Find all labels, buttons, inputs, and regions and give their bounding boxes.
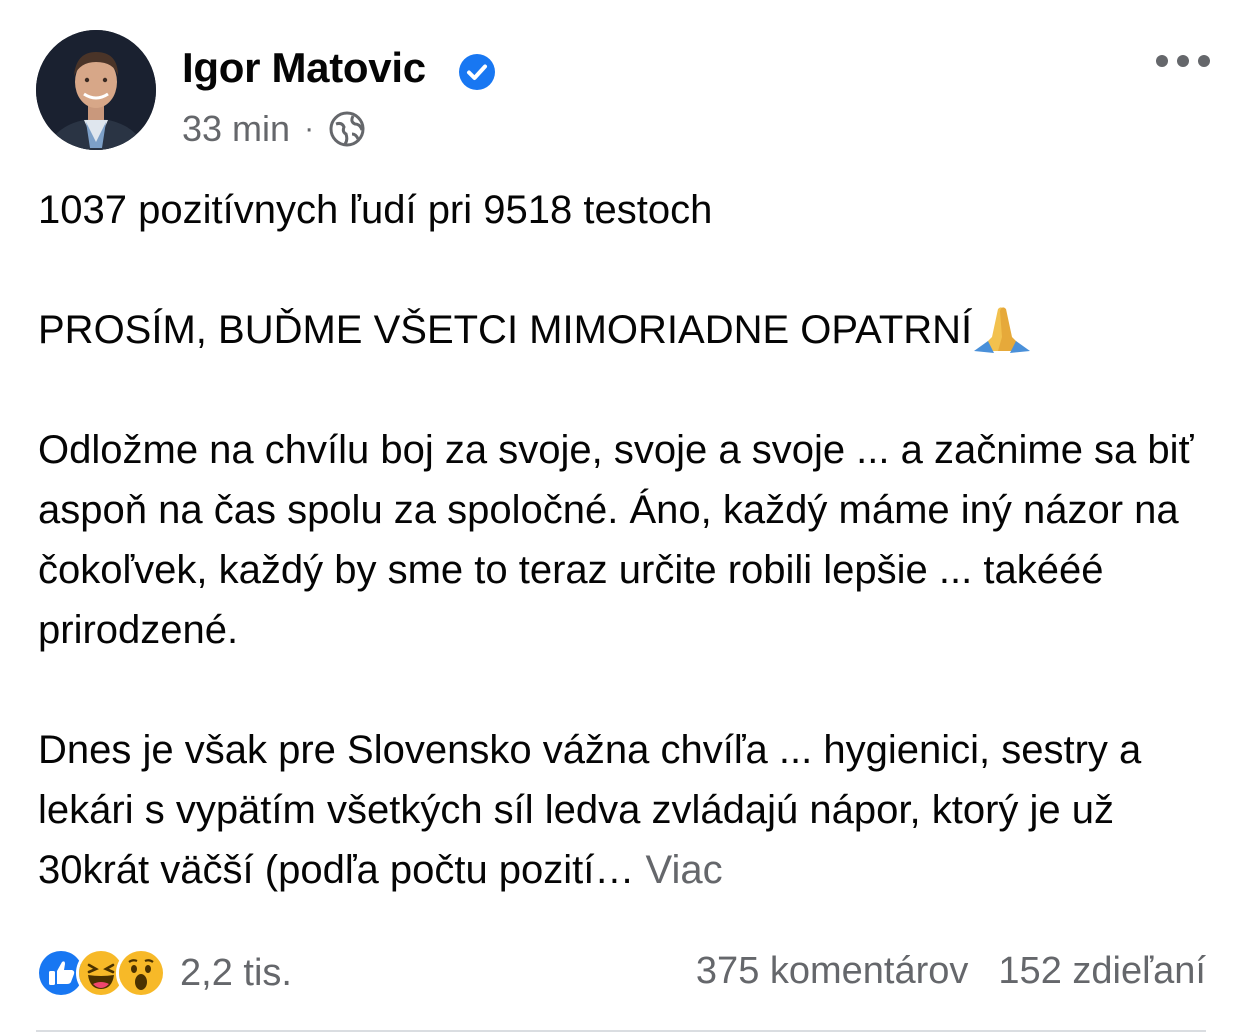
engagement-stats: 375 komentárov 152 zdieľaní xyxy=(696,950,1206,993)
see-more-link[interactable]: Viac xyxy=(646,848,723,892)
post-line-appeal: PROSÍM, BUĎME VŠETCI MIMORIADNE OPATRNÍ xyxy=(38,300,1208,360)
more-dot xyxy=(1177,55,1189,67)
post-paragraph-4: Dnes je však pre Slovensko vážna chvíľa … xyxy=(38,720,1208,900)
comments-count[interactable]: 375 komentárov xyxy=(696,950,969,993)
more-dot xyxy=(1198,55,1210,67)
folded-hands-emoji xyxy=(974,307,1031,353)
post-meta: 33 min · xyxy=(182,108,366,150)
divider xyxy=(36,1030,1206,1032)
more-options-icon[interactable] xyxy=(1156,48,1210,74)
paragraph-4-text: Dnes je však pre Slovensko vážna chvíľa … xyxy=(38,728,1142,892)
meta-separator: · xyxy=(304,112,315,145)
reactions-summary[interactable]: 2,2 tis. xyxy=(36,948,292,998)
globe-icon[interactable] xyxy=(328,110,366,148)
wow-reaction-icon xyxy=(116,948,166,998)
post-line-headline: 1037 pozitívnych ľudí pri 9518 testoch xyxy=(38,188,713,232)
reaction-count: 2,2 tis. xyxy=(180,951,292,994)
verified-badge-icon xyxy=(459,54,495,90)
shares-count[interactable]: 152 zdieľaní xyxy=(998,950,1206,993)
post-paragraph-3: Odložme na chvílu boj za svoje, svoje a … xyxy=(38,428,1194,652)
post-time[interactable]: 33 min xyxy=(182,108,290,150)
post-body: 1037 pozitívnych ľudí pri 9518 testoch P… xyxy=(38,180,1208,900)
author-avatar[interactable] xyxy=(36,30,156,150)
author-name[interactable]: Igor Matovic xyxy=(182,44,426,92)
appeal-text: PROSÍM, BUĎME VŠETCI MIMORIADNE OPATRNÍ xyxy=(38,308,973,352)
more-dot xyxy=(1156,55,1168,67)
